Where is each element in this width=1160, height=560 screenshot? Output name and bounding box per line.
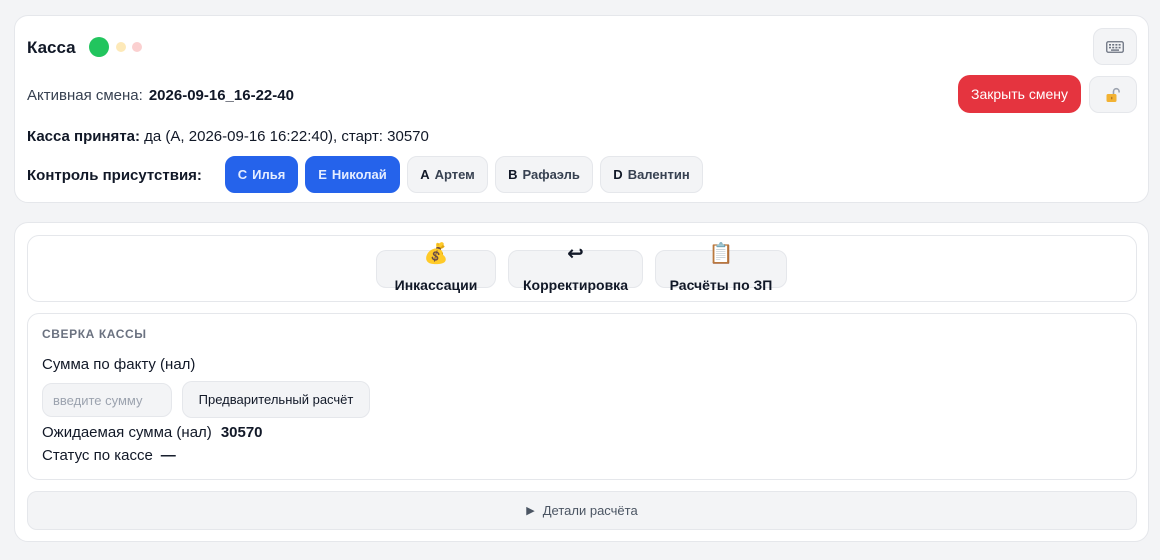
chip-name: Артем xyxy=(434,167,475,182)
cash-register-card: Касса Активная смена: 2026-09-16_16-22-40… xyxy=(14,15,1149,203)
expected-sum-label: Ожидаемая сумма (нал) xyxy=(42,424,212,441)
register-status-label: Статус по кассе xyxy=(42,447,153,464)
presence-chip-artem[interactable]: A Артем xyxy=(407,156,488,193)
expected-sum-row: Ожидаемая сумма (нал) 30570 xyxy=(42,424,263,441)
status-dot-green xyxy=(89,37,109,57)
keyboard-icon xyxy=(1106,40,1124,53)
actual-sum-input[interactable] xyxy=(42,383,172,417)
chip-name: Николай xyxy=(331,167,387,182)
chip-name: Валентин xyxy=(627,167,690,182)
presence-chip-rafael[interactable]: B Рафаэль xyxy=(495,156,593,193)
active-shift-value: 2026-09-16_16-22-40 xyxy=(148,87,294,104)
clipboard-icon: 📋 xyxy=(708,243,734,265)
presence-chip-valentin[interactable]: D Валентин xyxy=(600,156,703,193)
expand-triangle-icon: ▶ xyxy=(526,505,535,517)
lock-button[interactable] xyxy=(1089,76,1137,113)
active-shift-label: Активная смена: xyxy=(27,87,143,104)
chip-letter: B xyxy=(508,167,518,182)
status-dot-red xyxy=(132,42,142,52)
presence-chip-nikolay[interactable]: E Николай xyxy=(305,156,400,193)
unlock-icon xyxy=(1106,87,1120,102)
section-title: СВЕРКА КАССЫ xyxy=(42,327,147,341)
actual-sum-label: Сумма по факту (нал) xyxy=(42,356,196,373)
correction-label: Корректировка xyxy=(523,277,628,293)
money-bag-icon: 💰 xyxy=(423,243,449,265)
page-title: Касса xyxy=(27,38,76,57)
return-arrow-icon: ↩ xyxy=(567,243,584,265)
chip-letter: C xyxy=(237,167,248,182)
register-accepted-value: да (А, 2026-09-16 16:22:40), старт: 3057… xyxy=(144,128,429,145)
salary-calculations-label: Расчёты по ЗП xyxy=(669,277,773,293)
chip-letter: A xyxy=(420,167,430,182)
collections-label: Инкассации xyxy=(394,277,478,293)
calculation-details-label: Детали расчёта xyxy=(542,503,638,518)
register-accepted-row: Касса принята: да (А, 2026-09-16 16:22:4… xyxy=(27,128,429,146)
chip-letter: E xyxy=(318,167,327,182)
presence-control-label: Контроль присутствия: xyxy=(27,167,202,184)
keyboard-button[interactable] xyxy=(1093,28,1137,65)
register-status-row: Статус по кассе — xyxy=(42,447,176,464)
operations-card: 💰 Инкассации ↩ Корректировка 📋 Расчёты п… xyxy=(14,222,1149,542)
chip-name: Рафаэль xyxy=(522,167,580,182)
active-shift-row: Активная смена: 2026-09-16_16-22-40 xyxy=(27,87,294,105)
presence-chip-ilya[interactable]: C Илья xyxy=(225,156,298,193)
close-shift-button[interactable]: Закрыть смену xyxy=(958,75,1081,113)
chip-letter: D xyxy=(613,167,623,182)
status-dot-yellow xyxy=(116,42,126,52)
calculation-details-toggle[interactable]: ▶ Детали расчёта xyxy=(27,491,1137,530)
actions-panel: 💰 Инкассации ↩ Корректировка 📋 Расчёты п… xyxy=(27,235,1137,302)
expected-sum-value: 30570 xyxy=(220,424,263,441)
correction-button[interactable]: ↩ Корректировка xyxy=(508,243,643,293)
register-status-value: — xyxy=(160,447,176,464)
register-accepted-label: Касса принята: xyxy=(27,128,140,145)
collections-button[interactable]: 💰 Инкассации xyxy=(376,243,496,293)
preliminary-calc-button[interactable]: Предварительный расчёт xyxy=(182,381,370,418)
salary-calculations-button[interactable]: 📋 Расчёты по ЗП xyxy=(655,243,787,293)
cash-reconciliation-panel: СВЕРКА КАССЫ Сумма по факту (нал) Предва… xyxy=(27,313,1137,480)
chip-name: Илья xyxy=(252,167,286,182)
